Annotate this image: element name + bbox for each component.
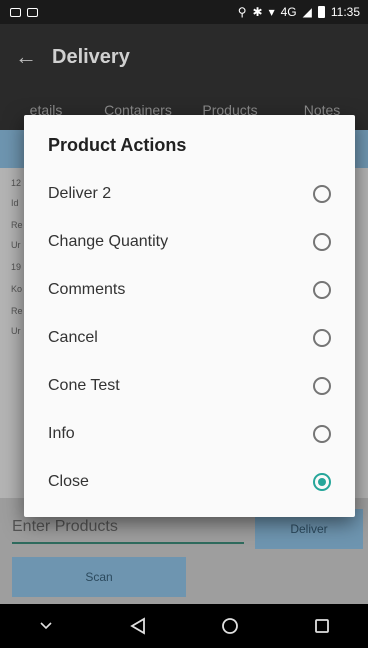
scan-button[interactable]: Scan	[12, 557, 186, 597]
option-label: Cone Test	[48, 377, 120, 394]
option-cone-test[interactable]: Cone Test	[24, 362, 355, 410]
radio-button[interactable]	[313, 377, 331, 395]
app-bar: ← Delivery	[0, 24, 368, 90]
option-change-quantity[interactable]: Change Quantity	[24, 218, 355, 266]
status-time: 11:35	[330, 5, 360, 19]
recents-square-icon[interactable]	[292, 604, 352, 648]
radio-button[interactable]	[313, 329, 331, 347]
option-cancel[interactable]: Cancel	[24, 314, 355, 362]
list-item-fragment: Re	[11, 220, 23, 230]
list-item-fragment: Ur	[11, 240, 21, 250]
status-bar: ⚲ ✱ ▾ 4G ◢ 11:35	[0, 0, 368, 24]
option-label: Info	[48, 425, 75, 442]
list-item-fragment: 12	[11, 178, 22, 188]
notification-icon	[10, 7, 21, 17]
radio-button[interactable]	[313, 281, 331, 299]
hide-keyboard-icon[interactable]	[16, 604, 76, 648]
option-close[interactable]: Close	[24, 458, 355, 506]
back-triangle-icon[interactable]	[108, 604, 168, 648]
radio-button[interactable]	[313, 233, 331, 251]
back-arrow-icon[interactable]: ←	[0, 44, 52, 70]
list-item-fragment: Id	[11, 198, 19, 208]
product-actions-dialog: Product Actions Deliver 2 Change Quantit…	[24, 115, 355, 517]
navigation-bar	[0, 604, 368, 648]
location-icon: ⚲	[237, 5, 247, 19]
battery-icon	[317, 6, 325, 18]
dialog-title: Product Actions	[48, 135, 187, 155]
list-item-fragment: Re	[11, 306, 23, 316]
option-info[interactable]: Info	[24, 410, 355, 458]
radio-button[interactable]	[313, 425, 331, 443]
home-circle-icon[interactable]	[200, 604, 260, 648]
network-type: 4G	[280, 5, 297, 19]
list-item-fragment: Ur	[11, 326, 21, 336]
option-deliver[interactable]: Deliver 2	[24, 170, 355, 218]
list-item-fragment: Ko	[11, 284, 23, 294]
option-label: Comments	[48, 281, 126, 298]
enter-products-input[interactable]: Enter Products	[12, 518, 244, 544]
radio-button-selected[interactable]	[313, 473, 331, 491]
android-icon	[27, 7, 38, 17]
option-label: Deliver 2	[48, 185, 112, 202]
page-title: Delivery	[52, 45, 130, 68]
radio-button[interactable]	[313, 185, 331, 203]
option-label: Cancel	[48, 329, 98, 346]
option-label: Close	[48, 473, 89, 490]
list-item-fragment: 19	[11, 262, 22, 272]
signal-icon: ◢	[302, 5, 312, 19]
bluetooth-icon: ✱	[252, 5, 263, 19]
option-comments[interactable]: Comments	[24, 266, 355, 314]
wifi-icon: ▾	[268, 5, 275, 19]
option-label: Change Quantity	[48, 233, 169, 250]
